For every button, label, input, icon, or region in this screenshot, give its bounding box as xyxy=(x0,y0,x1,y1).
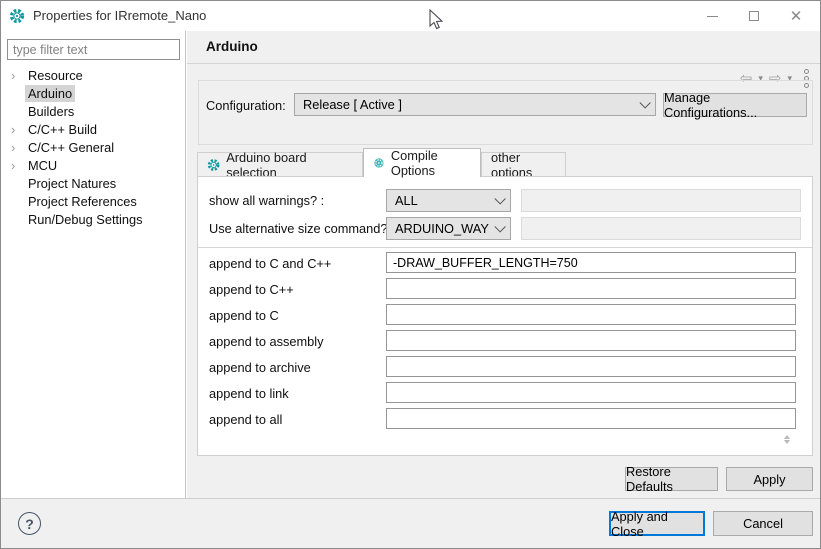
show-all-warnings-label: show all warnings? : xyxy=(209,193,324,208)
append-link-field-wrap xyxy=(386,382,796,403)
apply-button[interactable]: Apply xyxy=(726,467,813,491)
append-c-and-cpp-label: append to C and C++ xyxy=(209,256,331,271)
sidebar: › Resource › Arduino › Builders › C/C++ … xyxy=(2,31,186,498)
tab-compile-options[interactable]: Compile Options xyxy=(363,148,481,177)
chevron-right-icon[interactable]: › xyxy=(11,157,23,175)
cancel-button[interactable]: Cancel xyxy=(713,511,813,536)
append-all-label: append to all xyxy=(209,412,282,427)
append-c-and-cpp-input[interactable] xyxy=(386,252,796,273)
tab-arduino-board-selection[interactable]: Arduino board selection xyxy=(197,152,363,177)
append-archive-input[interactable] xyxy=(386,356,796,377)
alternative-size-command-extra-field xyxy=(521,217,801,240)
help-button[interactable]: ? xyxy=(18,512,41,535)
maximize-icon xyxy=(749,11,759,21)
configuration-label: Configuration: xyxy=(206,98,286,113)
append-link-input[interactable] xyxy=(386,382,796,403)
chevron-right-icon[interactable]: › xyxy=(11,67,23,85)
sidebar-item-run-debug-settings[interactable]: › Run/Debug Settings xyxy=(2,211,186,229)
append-archive-label: append to archive xyxy=(209,360,311,375)
apply-and-close-button[interactable]: Apply and Close xyxy=(609,511,705,536)
show-all-warnings-extra-field xyxy=(521,189,801,212)
minimize-button[interactable] xyxy=(695,2,729,30)
sidebar-item-builders[interactable]: › Builders xyxy=(2,103,186,121)
sidebar-item-cpp-build[interactable]: › C/C++ Build xyxy=(2,121,186,139)
sidebar-item-mcu[interactable]: › MCU xyxy=(2,157,186,175)
spinner-icon[interactable] xyxy=(781,429,793,449)
title-bar: Properties for IRremote_Nano ✕ xyxy=(1,1,821,31)
sidebar-item-project-natures[interactable]: › Project Natures xyxy=(2,175,186,193)
sidebar-item-resource[interactable]: › Resource xyxy=(2,67,186,85)
alternative-size-command-label: Use alternative size command? : xyxy=(209,221,395,236)
restore-defaults-button[interactable]: Restore Defaults xyxy=(625,467,718,491)
close-button[interactable]: ✕ xyxy=(779,2,813,30)
maximize-button[interactable] xyxy=(737,2,771,30)
filter-input[interactable] xyxy=(7,39,180,60)
append-cpp-label: append to C++ xyxy=(209,282,294,297)
append-c-and-cpp-field-wrap xyxy=(386,252,796,273)
sidebar-item-arduino[interactable]: › Arduino xyxy=(2,85,186,103)
chevron-down-icon xyxy=(494,193,505,204)
alternative-size-command-select[interactable]: ARDUINO_WAY xyxy=(386,217,511,240)
append-all-field-wrap xyxy=(386,408,796,429)
tab-other-options[interactable]: other options xyxy=(481,152,566,177)
properties-tree: › Resource › Arduino › Builders › C/C++ … xyxy=(2,67,186,229)
append-assembly-label: append to assembly xyxy=(209,334,324,349)
gear-icon xyxy=(207,158,220,172)
append-assembly-field-wrap xyxy=(386,330,796,351)
minimize-icon xyxy=(707,16,718,17)
sidebar-item-project-references[interactable]: › Project References xyxy=(2,193,186,211)
show-all-warnings-select[interactable]: ALL xyxy=(386,189,511,212)
append-assembly-input[interactable] xyxy=(386,330,796,351)
gear-icon xyxy=(9,8,25,24)
append-c-field-wrap xyxy=(386,304,796,325)
append-all-input[interactable] xyxy=(386,408,796,429)
append-c-label: append to C xyxy=(209,308,279,323)
chevron-right-icon[interactable]: › xyxy=(11,121,23,139)
manage-configurations-button[interactable]: Manage Configurations... xyxy=(663,93,807,117)
append-c-input[interactable] xyxy=(386,304,796,325)
question-mark-icon: ? xyxy=(25,516,34,532)
window-title: Properties for IRremote_Nano xyxy=(33,1,206,31)
configuration-select[interactable]: Release [ Active ] xyxy=(294,93,656,116)
chevron-right-icon[interactable]: › xyxy=(11,139,23,157)
append-archive-field-wrap xyxy=(386,356,796,377)
form-separator xyxy=(198,247,812,248)
properties-dialog: Properties for IRremote_Nano ✕ › Resourc… xyxy=(0,0,821,549)
chevron-down-icon xyxy=(494,221,505,232)
chevron-down-icon xyxy=(639,97,650,108)
page-header: Arduino ⇦ ▾ ⇨ ▾ xyxy=(187,31,821,64)
close-icon: ✕ xyxy=(790,7,803,25)
append-link-label: append to link xyxy=(209,386,289,401)
gear-icon xyxy=(373,156,385,170)
sidebar-item-cpp-general[interactable]: › C/C++ General xyxy=(2,139,186,157)
append-cpp-input[interactable] xyxy=(386,278,796,299)
page-title: Arduino xyxy=(206,39,258,54)
append-cpp-field-wrap xyxy=(386,278,796,299)
